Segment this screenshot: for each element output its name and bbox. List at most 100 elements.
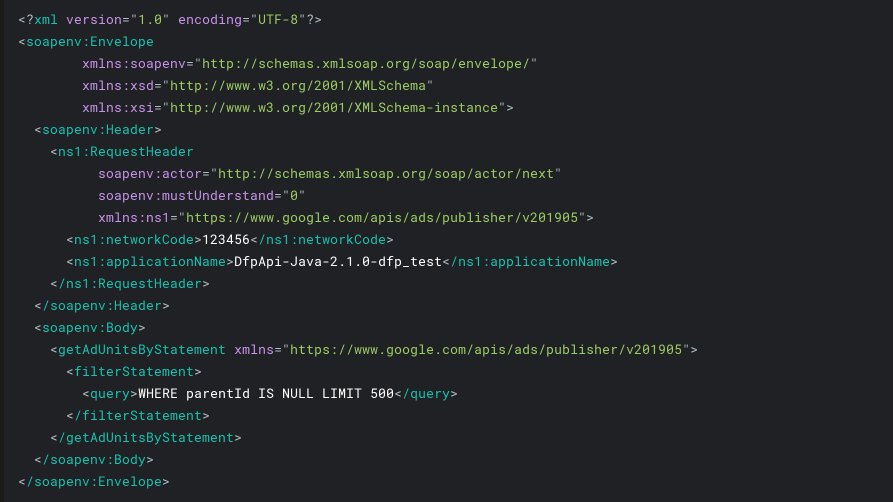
punct: > bbox=[202, 274, 210, 292]
line: </soapenv:Body> bbox=[18, 450, 154, 468]
punct: > bbox=[146, 450, 154, 468]
attr-name: xmlns bbox=[234, 340, 274, 358]
attr-value: http://schemas.xmlsoap.org/soap/actor/ne… bbox=[218, 164, 554, 182]
tag-name: ns1:RequestHeader bbox=[58, 142, 194, 160]
line: <getAdUnitsByStatement xmlns="https://ww… bbox=[18, 340, 698, 358]
line: </soapenv:Envelope> bbox=[18, 472, 170, 490]
punct: " bbox=[162, 76, 170, 94]
punct: < bbox=[34, 318, 42, 336]
line: <ns1:networkCode>123456</ns1:networkCode… bbox=[18, 230, 394, 248]
punct: " bbox=[682, 340, 690, 358]
punct: ?> bbox=[306, 10, 322, 28]
punct: > bbox=[610, 252, 618, 270]
punct: " bbox=[162, 98, 170, 116]
line: soapenv:mustUnderstand="0" bbox=[18, 186, 306, 204]
line: <ns1:applicationName>DfpApi-Java-2.1.0-d… bbox=[18, 252, 618, 270]
punct: = bbox=[202, 164, 210, 182]
punct: < bbox=[50, 274, 58, 292]
punct: < bbox=[66, 362, 74, 380]
attr-value: http://www.w3.org/2001/XMLSchema bbox=[170, 76, 426, 94]
punct: > bbox=[586, 208, 594, 226]
line: </ns1:RequestHeader> bbox=[18, 274, 210, 292]
attr-name: xmlns:xsd bbox=[82, 76, 154, 94]
tag-name: /getAdUnitsByStatement bbox=[58, 428, 234, 446]
punct: < bbox=[394, 384, 402, 402]
punct: " bbox=[298, 10, 306, 28]
line: xmlns:xsd="http://www.w3.org/2001/XMLSch… bbox=[18, 76, 434, 94]
tag-name: xml bbox=[34, 10, 66, 28]
punct: < bbox=[250, 230, 258, 248]
tag-name: /ns1:networkCode bbox=[258, 230, 386, 248]
punct: < bbox=[442, 252, 450, 270]
punct: < bbox=[66, 406, 74, 424]
punct: = bbox=[154, 76, 162, 94]
tag-name: ns1:networkCode bbox=[74, 230, 194, 248]
attr-value: http://www.w3.org/2001/XMLSchema-instanc… bbox=[170, 98, 498, 116]
line: xmlns:soapenv="http://schemas.xmlsoap.or… bbox=[18, 54, 538, 72]
punct: < bbox=[34, 296, 42, 314]
punct: > bbox=[226, 252, 234, 270]
punct: > bbox=[690, 340, 698, 358]
attr-value: https://www.google.com/apis/ads/publishe… bbox=[186, 208, 578, 226]
punct: > bbox=[194, 362, 202, 380]
attr-name: xmlns:xsi bbox=[82, 98, 154, 116]
punct: > bbox=[386, 230, 394, 248]
punct: " bbox=[298, 186, 306, 204]
punct: < bbox=[34, 120, 42, 138]
attr-value: 1.0 bbox=[138, 10, 162, 28]
punct: < bbox=[50, 340, 58, 358]
punct: " bbox=[210, 164, 218, 182]
punct: " bbox=[554, 164, 562, 182]
punct: = bbox=[154, 98, 162, 116]
line: xmlns:xsi="http://www.w3.org/2001/XMLSch… bbox=[18, 98, 514, 116]
punct: > bbox=[130, 384, 138, 402]
text-content: DfpApi-Java-2.1.0-dfp_test bbox=[234, 252, 442, 270]
tag-name: /query bbox=[402, 384, 450, 402]
punct: " bbox=[530, 54, 538, 72]
attr-name: xmlns:soapenv bbox=[82, 54, 186, 72]
punct: " bbox=[178, 208, 186, 226]
punct: " bbox=[282, 340, 290, 358]
punct: > bbox=[138, 318, 146, 336]
tag-name: /soapenv:Body bbox=[42, 450, 146, 468]
punct: < bbox=[50, 142, 58, 160]
punct: > bbox=[506, 98, 514, 116]
punct: " bbox=[426, 76, 434, 94]
attr-value: UTF-8 bbox=[258, 10, 298, 28]
attr-value: 0 bbox=[290, 186, 298, 204]
tag-name: /filterStatement bbox=[74, 406, 202, 424]
line: <query>WHERE parentId IS NULL LIMIT 500<… bbox=[18, 384, 458, 402]
line: <soapenv:Header> bbox=[18, 120, 162, 138]
line: <soapenv:Body> bbox=[18, 318, 146, 336]
punct: = bbox=[122, 10, 130, 28]
punct: " bbox=[498, 98, 506, 116]
line: </getAdUnitsByStatement> bbox=[18, 428, 242, 446]
punct: < bbox=[34, 450, 42, 468]
xml-code-block: <?xml version="1.0" encoding="UTF-8"?> <… bbox=[0, 0, 893, 502]
punct: < bbox=[50, 428, 58, 446]
line: <?xml version="1.0" encoding="UTF-8"?> bbox=[18, 10, 322, 28]
punct: < bbox=[82, 384, 90, 402]
tag-name: soapenv:Body bbox=[42, 318, 138, 336]
punct: " bbox=[578, 208, 586, 226]
punct: > bbox=[194, 230, 202, 248]
tag-name: /ns1:applicationName bbox=[450, 252, 610, 270]
punct: = bbox=[274, 186, 282, 204]
punct: > bbox=[154, 120, 162, 138]
tag-name: ns1:applicationName bbox=[74, 252, 226, 270]
line: soapenv:actor="http://schemas.xmlsoap.or… bbox=[18, 164, 562, 182]
punct: <? bbox=[18, 10, 34, 28]
attr-name: soapenv:mustUnderstand bbox=[98, 186, 274, 204]
line: <filterStatement> bbox=[18, 362, 202, 380]
punct: = bbox=[170, 208, 178, 226]
punct: = bbox=[274, 340, 282, 358]
line: xmlns:ns1="https://www.google.com/apis/a… bbox=[18, 208, 594, 226]
tag-name: query bbox=[90, 384, 130, 402]
punct: = bbox=[186, 54, 194, 72]
line: <ns1:RequestHeader bbox=[18, 142, 194, 160]
tag-name: soapenv:Envelope bbox=[26, 32, 154, 50]
tag-name: soapenv:Header bbox=[42, 120, 154, 138]
text-content: 123456 bbox=[202, 230, 250, 248]
line: </soapenv:Header> bbox=[18, 296, 170, 314]
punct: < bbox=[18, 32, 26, 50]
